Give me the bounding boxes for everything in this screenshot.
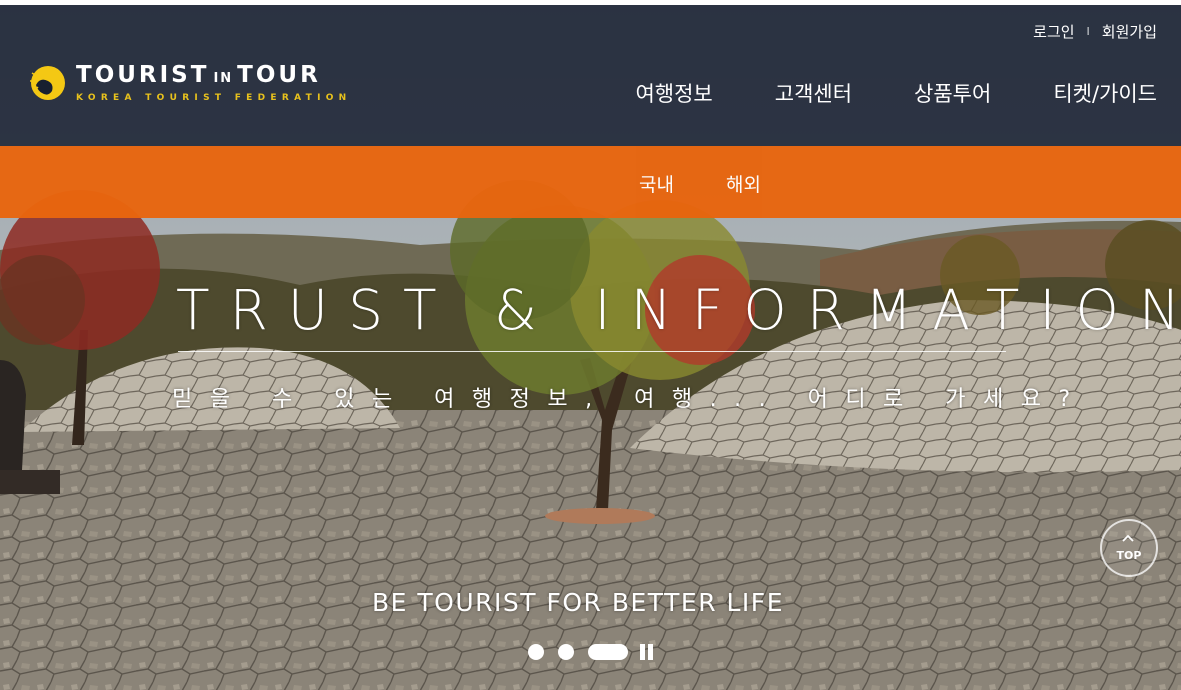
slide-dot-3[interactable] xyxy=(588,644,628,660)
logo-word-in: IN xyxy=(213,71,234,86)
scroll-top-button[interactable]: TOP xyxy=(1100,519,1158,577)
logo-word-tour: TOUR xyxy=(237,62,321,88)
util-separator: I xyxy=(1086,25,1090,38)
login-link[interactable]: 로그인 xyxy=(1033,21,1074,42)
slider-controls xyxy=(528,644,653,660)
pause-icon[interactable] xyxy=(640,644,653,660)
scroll-top-label: TOP xyxy=(1116,549,1142,562)
sub-nav-bar: 국내 해외 xyxy=(0,146,1181,218)
chevron-up-icon xyxy=(1122,534,1134,542)
logo-word-tourist: TOURIST xyxy=(76,62,210,88)
logo-wordmark: TOURIST IN TOUR xyxy=(76,63,352,91)
subnav-overseas[interactable]: 해외 xyxy=(726,170,761,197)
nav-ticket-guide[interactable]: 티켓/가이드 xyxy=(1053,78,1157,108)
hero-headline: TRUST & INFORMATION xyxy=(176,278,1181,342)
signup-link[interactable]: 회원가입 xyxy=(1102,21,1157,42)
main-nav: 여행정보 고객센터 상품투어 티켓/가이드 xyxy=(573,78,1157,108)
hero-divider xyxy=(178,351,1006,352)
utility-links: 로그인 I 회원가입 xyxy=(1033,21,1157,42)
nav-travel-info[interactable]: 여행정보 xyxy=(635,78,712,108)
nav-customer-center[interactable]: 고객센터 xyxy=(775,78,852,108)
logo-tagline: KOREA TOURIST FEDERATION xyxy=(76,93,352,103)
site-logo[interactable]: TOURIST IN TOUR KOREA TOURIST FEDERATION xyxy=(26,61,352,105)
site-header: 로그인 I 회원가입 TOURIST IN TOUR KOREA TOURIST F… xyxy=(0,5,1181,146)
logo-globe-icon xyxy=(30,66,65,100)
slide-dot-2[interactable] xyxy=(558,644,574,660)
sub-nav: 국내 해외 xyxy=(639,170,813,197)
hero-subline: 믿을 수 있는 여행정보, 여행... 어디로 가세요? xyxy=(172,387,1088,412)
hero-tagline: BE TOURIST FOR BETTER LIFE xyxy=(372,588,784,617)
nav-product-tour[interactable]: 상품투어 xyxy=(914,78,991,108)
slide-dot-1[interactable] xyxy=(528,644,544,660)
subnav-domestic[interactable]: 국내 xyxy=(639,170,674,197)
